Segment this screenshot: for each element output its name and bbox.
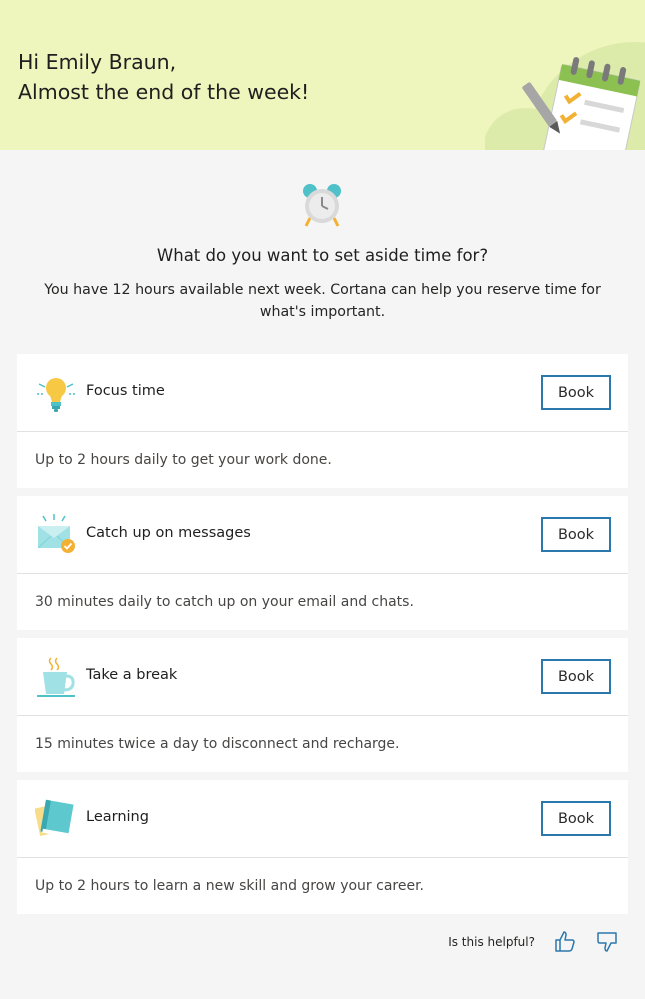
feedback-prompt: Is this helpful? (448, 935, 535, 949)
header-banner: Hi Emily Braun, Almost the end of the we… (0, 0, 645, 150)
card-description: 30 minutes daily to catch up on your ema… (35, 594, 414, 610)
card-description: 15 minutes twice a day to disconnect and… (35, 736, 400, 752)
card-description: Up to 2 hours to learn a new skill and g… (35, 878, 425, 894)
card-take-a-break: Take a break Book 15 minutes twice a day… (17, 638, 628, 772)
greeting: Hi Emily Braun, Almost the end of the we… (18, 47, 309, 107)
book-focus-time-button[interactable]: Book (541, 375, 611, 410)
book-catch-up-button[interactable]: Book (541, 517, 611, 552)
card-title: Take a break (86, 667, 178, 683)
feedback-bar: Is this helpful? (448, 930, 619, 954)
thumbs-down-icon[interactable] (595, 930, 619, 954)
card-header: Focus time Book (17, 354, 628, 432)
greeting-line2: Almost the end of the week! (18, 80, 310, 104)
card-description: Up to 2 hours daily to get your work don… (35, 452, 332, 468)
book-take-a-break-button[interactable]: Book (541, 659, 611, 694)
card-title: Learning (86, 809, 149, 825)
card-title: Focus time (86, 383, 165, 399)
envelope-icon (37, 514, 75, 553)
section-subtext: You have 12 hours available next week. C… (44, 282, 601, 320)
book-learning-button[interactable]: Book (541, 801, 611, 836)
alarm-clock-icon (303, 184, 341, 227)
greeting-line1: Hi Emily Braun, (18, 50, 177, 74)
planner-notepad-icon (485, 42, 645, 150)
card-focus-time: Focus time Book Up to 2 hours daily to g… (17, 354, 628, 488)
section-question: What do you want to set aside time for? (156, 246, 489, 265)
card-header: Take a break Book (17, 638, 628, 716)
coffee-cup-icon (37, 657, 75, 697)
book-icon (35, 799, 74, 838)
lightbulb-icon (37, 378, 75, 412)
thumbs-up-icon[interactable] (553, 930, 577, 954)
card-learning: Learning Book Up to 2 hours to learn a n… (17, 780, 628, 914)
card-header: Catch up on messages Book (17, 496, 628, 574)
card-catch-up-messages: Catch up on messages Book 30 minutes dai… (17, 496, 628, 630)
card-title: Catch up on messages (86, 525, 251, 541)
card-header: Learning Book (17, 780, 628, 858)
